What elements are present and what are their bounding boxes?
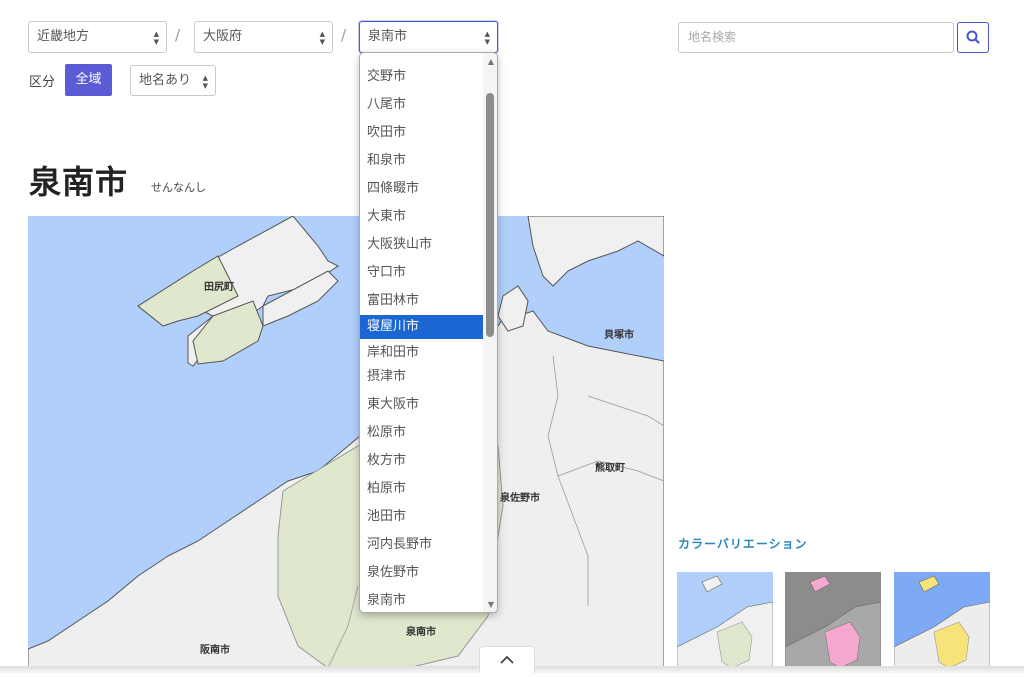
city-dropdown-list[interactable]: ▲ ▼ 交野市八尾市吹田市和泉市四條畷市大東市大阪狭山市守口市富田林市 寝屋川市岸… (359, 52, 498, 613)
color-variation-title: カラーバリエーション (678, 537, 808, 551)
map-label-kaizuka: 貝塚市 (604, 330, 634, 341)
dropdown-option[interactable]: 柏原市 (360, 477, 483, 501)
prefecture-select-value: 大阪府 (203, 29, 243, 44)
breadcrumb-separator: / (175, 26, 181, 44)
page-title: 泉南市 (29, 163, 129, 201)
updown-icon: ▲ ▼ (484, 30, 490, 46)
map-label-sennan: 泉南市 (406, 627, 436, 638)
dropdown-option[interactable]: 吹田市 (360, 121, 483, 145)
breadcrumb-separator: / (341, 26, 347, 44)
color-variation-thumb-green[interactable] (677, 572, 773, 668)
kubun-label: 区分 (29, 75, 56, 90)
city-select-value: 泉南市 (368, 29, 408, 44)
scroll-up-icon[interactable]: ▲ (488, 57, 494, 66)
city-select[interactable]: 泉南市 ▲ ▼ (359, 21, 498, 53)
color-variation-thumb-pink[interactable] (785, 572, 881, 668)
place-name-select-value: 地名あり (139, 73, 192, 88)
dropdown-option[interactable]: 岸和田市 (360, 341, 483, 365)
scroll-down-icon[interactable]: ▼ (488, 600, 494, 609)
color-variation-thumb-yellow[interactable] (894, 572, 990, 668)
dropdown-option[interactable]: 東大阪市 (360, 393, 483, 417)
dropdown-option[interactable]: 松原市 (360, 421, 483, 445)
map-label-hannan: 阪南市 (200, 645, 230, 656)
page-title-reading: せんなんし (151, 181, 206, 194)
map-label-kumatori: 熊取町 (595, 463, 625, 474)
scrollbar-thumb[interactable] (486, 93, 494, 337)
city-map[interactable]: 田尻町 貝塚市 熊取町 泉佐野市 泉南市 阪南市 (28, 216, 664, 668)
updown-icon: ▲ ▼ (319, 30, 325, 46)
prefecture-select[interactable]: 大阪府 ▲ ▼ (194, 21, 333, 53)
dropdown-option[interactable]: 泉南市 (360, 589, 483, 612)
dropdown-option[interactable]: 四條畷市 (360, 177, 483, 201)
dropdown-option[interactable]: 和泉市 (360, 149, 483, 173)
dropdown-option[interactable]: 池田市 (360, 505, 483, 529)
back-to-top-button[interactable] (479, 646, 535, 673)
search-button[interactable] (957, 22, 989, 53)
dropdown-option[interactable]: 寝屋川市 (360, 315, 483, 339)
map-label-tajiri: 田尻町 (204, 282, 234, 293)
place-name-select[interactable]: 地名あり ▲ ▼ (130, 65, 216, 96)
dropdown-option[interactable]: 大東市 (360, 205, 483, 229)
map-graphic (28, 216, 664, 668)
updown-icon: ▲ ▼ (153, 30, 159, 46)
all-area-button[interactable]: 全域 (65, 64, 112, 96)
search-placeholder: 地名検索 (688, 30, 737, 44)
chevron-up-icon (500, 655, 514, 664)
search-icon (966, 30, 980, 44)
updown-icon: ▲ ▼ (202, 74, 208, 90)
dropdown-option[interactable]: 大阪狭山市 (360, 233, 483, 257)
search-input[interactable]: 地名検索 (678, 22, 954, 53)
dropdown-option[interactable]: 摂津市 (360, 365, 483, 389)
region-select-value: 近畿地方 (37, 29, 90, 44)
dropdown-option[interactable]: 河内長野市 (360, 533, 483, 557)
dropdown-option[interactable]: 八尾市 (360, 93, 483, 117)
dropdown-option[interactable]: 泉佐野市 (360, 561, 483, 585)
dropdown-option[interactable]: 交野市 (360, 65, 483, 89)
region-select[interactable]: 近畿地方 ▲ ▼ (28, 21, 167, 53)
dropdown-option[interactable]: 枚方市 (360, 449, 483, 473)
dropdown-option[interactable]: 富田林市 (360, 289, 483, 313)
dropdown-scrollbar[interactable]: ▲ ▼ (483, 53, 497, 612)
dropdown-option[interactable]: 守口市 (360, 261, 483, 285)
map-label-izumisano: 泉佐野市 (500, 493, 540, 504)
